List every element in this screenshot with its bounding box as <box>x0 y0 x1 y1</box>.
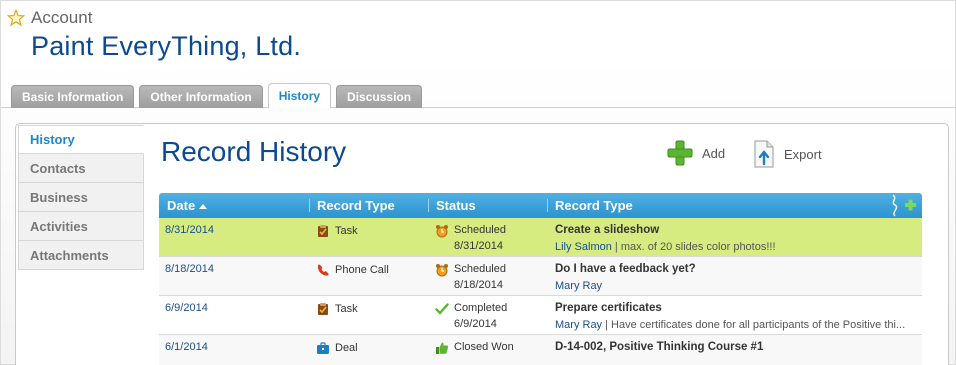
row-status: Closed Won <box>435 341 514 355</box>
row-record-detail: Do I have a feedback yet? Mary Ray <box>555 263 915 292</box>
table-row[interactable]: 6/1/2014 Deal Closed Won D-14-002, Posit… <box>159 335 922 365</box>
alarm-clock-icon <box>436 264 448 277</box>
phone-icon <box>317 264 329 276</box>
alarm-clock-icon <box>436 225 448 238</box>
export-button[interactable]: Export <box>753 140 822 168</box>
tab-discussion[interactable]: Discussion <box>336 85 423 108</box>
record-title-link[interactable]: Create a slideshow <box>555 224 915 236</box>
account-label: Account <box>31 8 93 27</box>
record-note: | max. of 20 slides color photos!!! <box>611 241 776 253</box>
grid-header: Date Record Type Status Record Type <box>159 193 922 218</box>
sidebar-item-attachments[interactable]: Attachments <box>18 241 144 270</box>
thumbs-up-icon <box>436 342 449 354</box>
row-date: 6/9/2014 <box>165 302 208 314</box>
tab-other-information[interactable]: Other Information <box>139 85 263 108</box>
task-icon <box>318 303 328 315</box>
record-owner-link[interactable]: Mary Ray <box>555 319 602 331</box>
add-button[interactable]: Add <box>667 140 725 166</box>
checkmark-icon <box>435 303 449 315</box>
plus-icon <box>667 140 693 166</box>
row-date: 8/18/2014 <box>165 263 214 275</box>
column-chooser-icon[interactable] <box>889 194 919 217</box>
export-document-icon <box>754 140 774 168</box>
section-title: Record History <box>161 136 347 167</box>
content-panel: History Contacts Business Activities Att… <box>15 123 949 365</box>
column-header-record-type[interactable]: Record Type <box>309 193 395 218</box>
status-label: Closed Won <box>454 341 514 353</box>
side-navigation: History Contacts Business Activities Att… <box>18 125 144 270</box>
row-date: 8/31/2014 <box>165 224 214 236</box>
row-record-type: Task <box>316 302 358 316</box>
briefcase-icon <box>317 342 329 354</box>
tab-bar: Basic Information Other Information Hist… <box>11 83 423 108</box>
record-title-link[interactable]: Prepare certificates <box>555 302 915 314</box>
status-date: 8/31/2014 <box>454 240 503 252</box>
app-window: Account Paint EveryThing, Ltd. Basic Inf… <box>0 0 956 365</box>
column-header-record-type-detail[interactable]: Record Type <box>547 193 633 218</box>
status-label: Scheduled <box>454 224 506 236</box>
record-title-link[interactable]: Do I have a feedback yet? <box>555 263 915 275</box>
status-label: Completed <box>454 302 508 314</box>
record-owner-link[interactable]: Mary Ray <box>555 280 602 292</box>
page-title: Paint EveryThing, Ltd. <box>31 31 302 61</box>
record-title-link[interactable]: D-14-002, Positive Thinking Course #1 <box>555 341 915 353</box>
status-date: 8/18/2014 <box>454 279 503 291</box>
row-record-type: Task <box>316 224 358 238</box>
export-label: Export <box>784 146 822 162</box>
sidebar-item-contacts[interactable]: Contacts <box>18 154 144 183</box>
row-status: Scheduled 8/18/2014 <box>435 263 506 293</box>
column-header-status[interactable]: Status <box>428 193 476 218</box>
favorite-star-icon[interactable] <box>7 9 25 27</box>
account-header: Account <box>7 8 92 28</box>
sidebar-item-business[interactable]: Business <box>18 183 144 212</box>
add-label: Add <box>702 145 726 161</box>
sort-ascending-icon <box>199 203 208 209</box>
row-record-detail: D-14-002, Positive Thinking Course #1 <box>555 341 915 353</box>
record-owner-link[interactable]: Lily Salmon <box>555 241 612 253</box>
sidebar-item-activities[interactable]: Activities <box>18 212 144 241</box>
row-record-type: Deal <box>316 341 358 355</box>
row-record-detail: Prepare certificates Mary Ray | Have cer… <box>555 302 915 331</box>
row-record-type: Phone Call <box>316 263 389 277</box>
status-label: Scheduled <box>454 263 506 275</box>
status-date: 6/9/2014 <box>454 318 497 330</box>
column-header-date[interactable]: Date <box>159 193 208 218</box>
sidebar-item-history[interactable]: History <box>18 125 144 154</box>
table-row[interactable]: 8/31/2014 Task Scheduled 8/31/2014 Creat… <box>159 218 922 257</box>
table-row[interactable]: 8/18/2014 Phone Call Scheduled 8/18/2014… <box>159 257 922 296</box>
tab-basic-information[interactable]: Basic Information <box>11 85 135 108</box>
tab-history[interactable]: History <box>267 83 332 108</box>
task-icon <box>318 225 328 237</box>
record-note: | Have certificates done for all partici… <box>602 319 906 331</box>
table-row[interactable]: 6/9/2014 Task Completed 6/9/2014 Prepare… <box>159 296 922 335</box>
row-record-detail: Create a slideshow Lily Salmon | max. of… <box>555 224 915 253</box>
row-status: Scheduled 8/31/2014 <box>435 224 506 254</box>
row-date: 6/1/2014 <box>165 341 208 353</box>
history-grid: Date Record Type Status Record Type 8/31… <box>159 193 922 365</box>
row-status: Completed 6/9/2014 <box>435 302 507 332</box>
